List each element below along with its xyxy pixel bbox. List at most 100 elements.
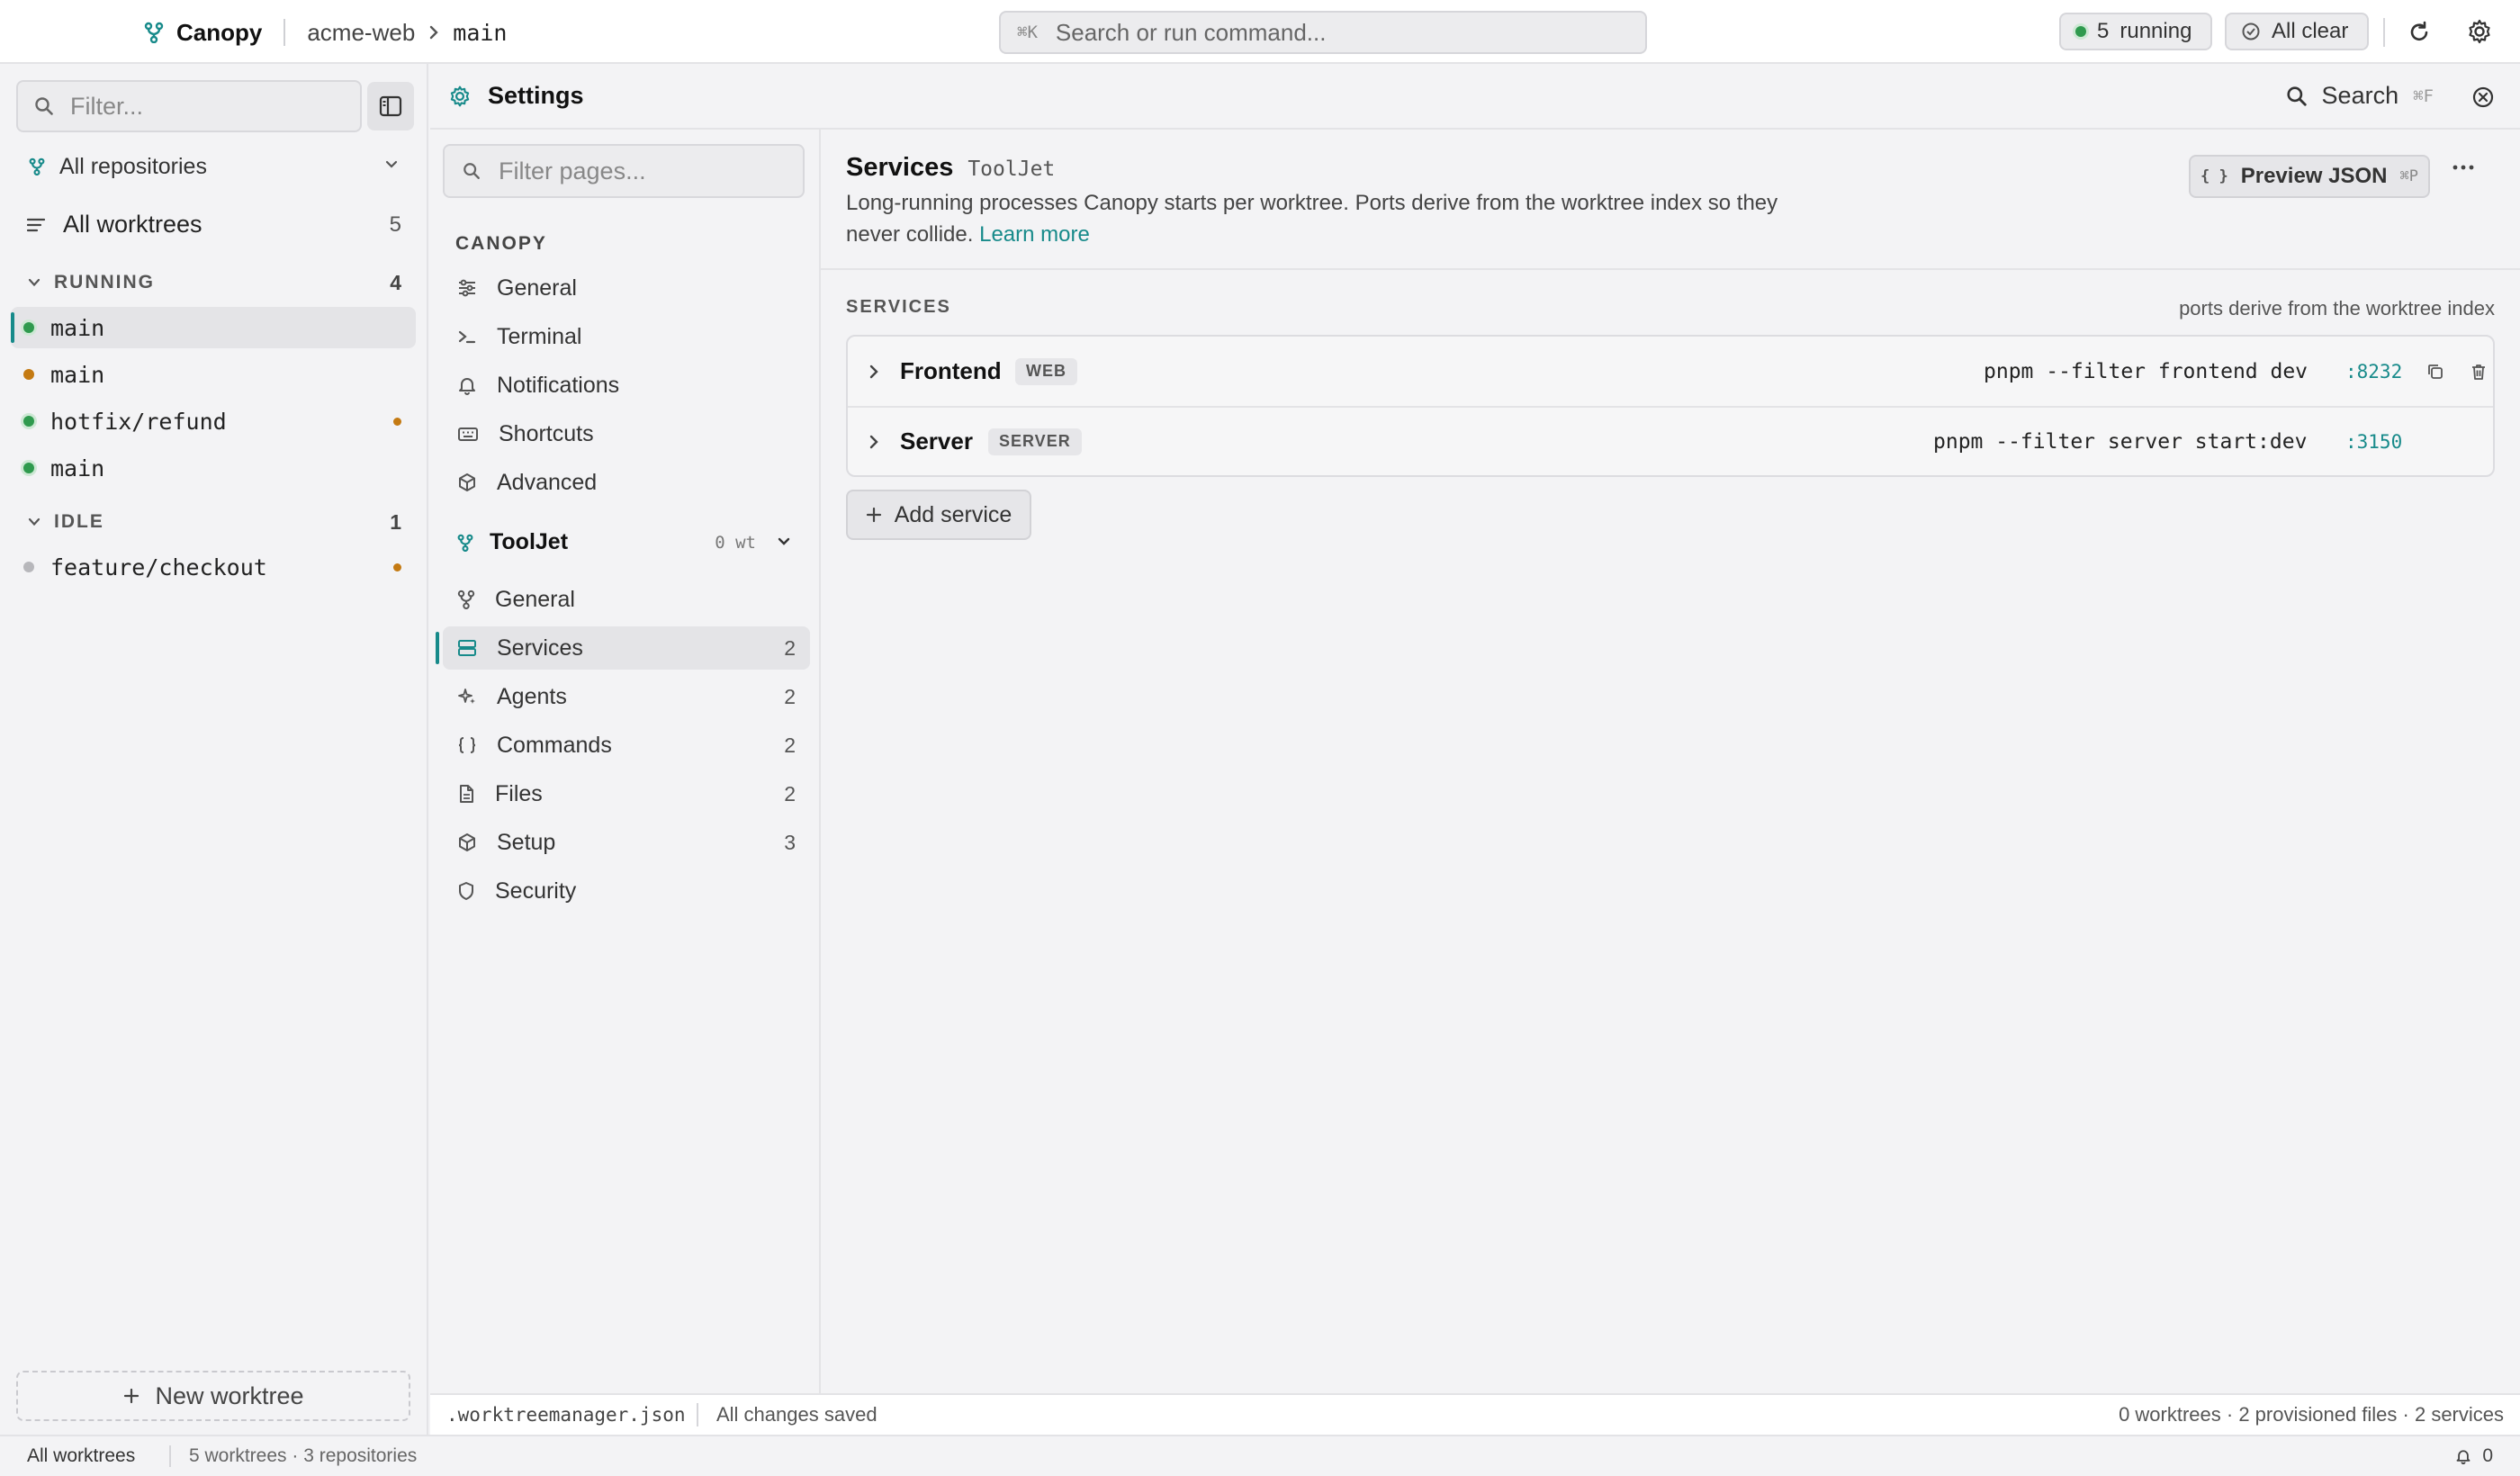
shield-icon — [457, 881, 475, 901]
breadcrumb: Canopy acme-web main — [144, 18, 508, 47]
new-worktree-button[interactable]: New worktree — [16, 1371, 410, 1421]
cube-icon — [457, 832, 477, 852]
services-page: Services ToolJet Long-running processes … — [821, 130, 2520, 1393]
notifications-count: 0 — [2482, 1445, 2493, 1466]
close-settings-icon[interactable] — [2471, 86, 2495, 109]
nav-item-agents[interactable]: Agents 2 — [443, 675, 810, 718]
worktree-item[interactable]: hotfix/refund — [11, 400, 416, 442]
add-service-label: Add service — [894, 501, 1012, 527]
divider — [2383, 18, 2385, 47]
alerts-status-button[interactable]: All clear — [2225, 13, 2369, 50]
sliders-icon — [457, 279, 477, 297]
worktree-item[interactable]: feature/checkout — [11, 546, 416, 588]
settings-search-button[interactable]: Search ⌘F — [2286, 82, 2434, 110]
nav-item-label: Advanced — [497, 469, 598, 495]
gear-icon[interactable] — [2466, 18, 2493, 45]
plus-icon — [122, 1387, 140, 1405]
search-icon — [463, 162, 481, 180]
app-name[interactable]: Canopy — [176, 19, 262, 47]
repository-select[interactable]: All repositories — [29, 152, 400, 181]
add-service-button[interactable]: Add service — [846, 490, 1031, 540]
braces-icon: { } — [2200, 167, 2228, 185]
all-worktrees-item[interactable]: All worktrees 5 — [27, 211, 401, 238]
breadcrumb-repo[interactable]: acme-web — [307, 19, 415, 47]
services-list: Frontend WEB pnpm --filter frontend dev … — [846, 335, 2495, 477]
service-row[interactable]: Server SERVER pnpm --filter server start… — [848, 406, 2493, 475]
toggle-sidebar-button[interactable] — [367, 82, 414, 130]
status-scope[interactable]: All worktrees — [27, 1445, 135, 1467]
changes-dot-icon — [393, 562, 401, 572]
nav-item-label: Shortcuts — [499, 420, 594, 446]
worktree-filter-input[interactable]: Filter... — [16, 80, 362, 132]
nav-item-security[interactable]: Security — [443, 869, 810, 913]
nav-item-count: 2 — [784, 635, 796, 660]
service-command: pnpm --filter frontend dev — [1984, 359, 2308, 383]
page-title-repo: ToolJet — [968, 158, 1056, 181]
nav-item-repo-general[interactable]: General — [443, 578, 810, 621]
settings-footer: .worktreemanager.json All changes saved … — [430, 1393, 2520, 1435]
refresh-icon[interactable] — [2407, 20, 2432, 45]
worktree-sidebar: Filter... All repositories All worktrees… — [0, 64, 428, 1435]
terminal-icon — [457, 328, 477, 346]
settings-title: Settings — [448, 82, 584, 110]
worktree-item[interactable]: main — [11, 447, 416, 489]
service-command: pnpm --filter server start:dev — [1933, 429, 2308, 454]
status-dot-icon — [23, 369, 34, 380]
config-file-name[interactable]: .worktreemanager.json — [446, 1404, 686, 1426]
chevron-right-icon[interactable] — [868, 434, 880, 450]
settings-search-label: Search — [2321, 82, 2399, 109]
nav-item-files[interactable]: Files 2 — [443, 772, 810, 815]
settings-nav: Filter pages... CANOPY General Terminal … — [430, 130, 821, 1393]
worktree-item[interactable]: main — [11, 307, 416, 348]
new-worktree-label: New worktree — [155, 1382, 304, 1409]
command-shortcut: ⌘K — [1017, 22, 1038, 42]
running-count: 5 — [2097, 19, 2110, 43]
group-label: IDLE — [54, 511, 104, 532]
worktree-item[interactable]: main — [11, 354, 416, 395]
worktree-name: main — [50, 314, 105, 341]
breadcrumb-branch[interactable]: main — [453, 20, 507, 46]
more-options-icon[interactable] — [2452, 162, 2475, 173]
nav-item-label: Setup — [497, 829, 556, 855]
nav-item-terminal[interactable]: Terminal — [443, 315, 810, 358]
changes-dot-icon — [393, 417, 401, 426]
preview-json-shortcut: ⌘P — [2399, 167, 2418, 185]
service-row[interactable]: Frontend WEB pnpm --filter frontend dev … — [848, 337, 2493, 406]
services-section-note: ports derive from the worktree index — [2179, 297, 2495, 320]
nav-item-label: Services — [497, 634, 583, 661]
nav-item-label: Commands — [497, 732, 612, 758]
nav-item-setup[interactable]: Setup 3 — [443, 821, 810, 864]
cube-icon — [457, 472, 477, 492]
sparkle-icon — [457, 687, 477, 706]
group-count: 4 — [390, 270, 401, 294]
config-stats: 0 worktrees · 2 provisioned files · 2 se… — [2119, 1403, 2504, 1426]
chevron-right-icon[interactable] — [868, 364, 880, 380]
trash-icon[interactable] — [2470, 363, 2488, 381]
settings-title-label: Settings — [488, 82, 584, 109]
group-running-header[interactable]: RUNNING 4 — [27, 270, 401, 294]
filter-pages-input[interactable]: Filter pages... — [443, 144, 805, 198]
services-section-label: SERVICES — [846, 297, 951, 317]
alerts-label: All clear — [2272, 19, 2349, 43]
nav-item-commands[interactable]: Commands 2 — [443, 724, 810, 767]
running-dot-icon — [2075, 26, 2086, 37]
server-icon — [457, 638, 477, 658]
nav-item-notifications[interactable]: Notifications — [443, 364, 810, 407]
services-header: Services ToolJet Long-running processes … — [821, 130, 2520, 270]
learn-more-link[interactable]: Learn more — [979, 222, 1090, 247]
command-search-input[interactable]: ⌘K Search or run command... — [999, 11, 1647, 54]
nav-item-services[interactable]: Services 2 — [436, 626, 810, 670]
nav-repo-header[interactable]: ToolJet 0 wt — [457, 529, 810, 555]
nav-item-shortcuts[interactable]: Shortcuts — [443, 412, 810, 455]
running-status-button[interactable]: 5 running — [2059, 13, 2212, 50]
copy-icon[interactable] — [2426, 363, 2444, 381]
command-placeholder: Search or run command... — [1055, 18, 1327, 46]
nav-item-advanced[interactable]: Advanced — [443, 461, 810, 504]
preview-json-button[interactable]: { } Preview JSON ⌘P — [2189, 155, 2430, 198]
group-idle-header[interactable]: IDLE 1 — [27, 510, 401, 534]
search-icon — [2286, 86, 2308, 107]
service-port: :3150 — [2345, 430, 2403, 453]
nav-item-label: Terminal — [497, 323, 582, 349]
nav-item-general[interactable]: General — [443, 266, 810, 310]
notifications-button[interactable]: 0 — [2455, 1445, 2493, 1467]
